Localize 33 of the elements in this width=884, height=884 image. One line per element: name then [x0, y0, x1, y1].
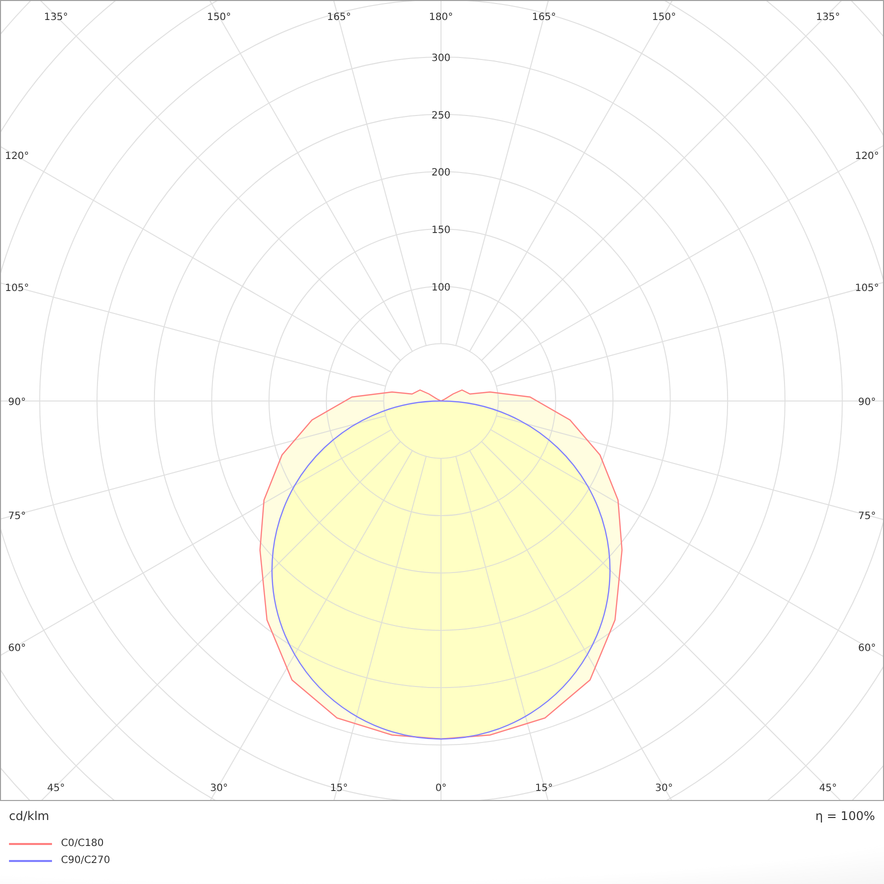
radial-label: 150 [431, 225, 451, 236]
angle-label: 150° [206, 12, 232, 23]
legend-label: C0/C180 [61, 838, 104, 849]
angle-label: 30° [210, 783, 228, 794]
angle-label: 180° [428, 12, 454, 23]
angle-label: 120° [854, 151, 880, 162]
unit-label: cd/klm [9, 809, 50, 823]
angle-label: 0° [435, 783, 447, 794]
radial-label: 100 [431, 282, 451, 294]
angle-label: 45° [47, 783, 65, 794]
efficiency-label: η = 100% [815, 809, 875, 823]
angle-label: 105° [854, 283, 880, 294]
radial-label: 250 [431, 110, 451, 122]
angle-label: 15° [330, 783, 348, 794]
angle-label: 60° [858, 643, 876, 654]
legend-label: C90/C270 [61, 855, 110, 866]
radial-label: 300 [431, 53, 451, 64]
angle-label: 90° [858, 397, 876, 408]
angle-label: 60° [8, 643, 26, 654]
angle-label: 75° [8, 511, 26, 522]
angle-label: 45° [819, 783, 837, 794]
angle-label: 30° [655, 783, 673, 794]
angle-label: 135° [816, 12, 840, 23]
angle-label: 150° [652, 12, 676, 23]
angle-label: 105° [4, 283, 30, 294]
angle-label: 15° [535, 783, 553, 794]
angle-label: 120° [4, 151, 30, 162]
angle-label: 135° [44, 12, 68, 23]
angle-label: 75° [858, 511, 876, 522]
angle-label: 165° [326, 12, 352, 23]
angle-label: 90° [8, 397, 26, 408]
radial-label: 200 [431, 168, 451, 179]
angle-label: 165° [532, 12, 556, 23]
